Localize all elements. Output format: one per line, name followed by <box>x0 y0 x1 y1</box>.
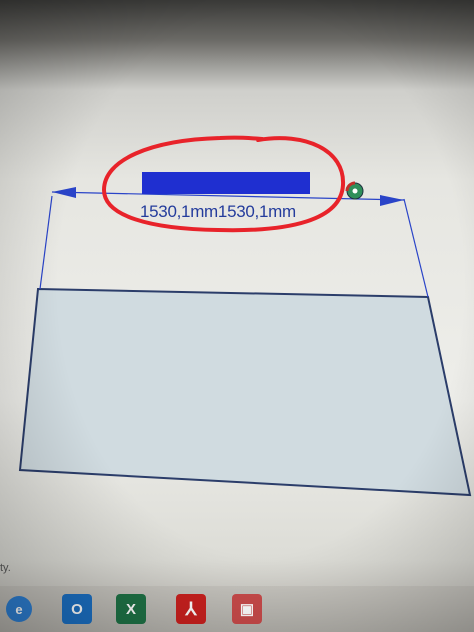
dimension-value-input[interactable] <box>142 172 310 194</box>
extension-line-right <box>403 198 429 298</box>
rotate-handle-icon[interactable] <box>345 181 364 200</box>
status-bar-text: ty. <box>0 562 11 574</box>
acrobat-pdf-icon[interactable]: ⅄ <box>176 594 206 624</box>
rectangle-face[interactable] <box>18 287 472 497</box>
drawing-canvas[interactable] <box>0 0 474 632</box>
excel-icon[interactable]: X <box>116 594 146 624</box>
dimension-label: 1530,1mm1530,1mm <box>140 202 296 221</box>
taskbar: e O X ⅄ ▣ <box>0 586 474 632</box>
toolbox-icon[interactable]: ▣ <box>232 594 262 624</box>
extension-line-left <box>39 195 53 290</box>
internet-explorer-icon[interactable]: e <box>6 596 32 622</box>
outlook-icon[interactable]: O <box>62 594 92 624</box>
arrow-right-icon <box>380 195 404 206</box>
arrow-left-icon <box>52 187 76 198</box>
